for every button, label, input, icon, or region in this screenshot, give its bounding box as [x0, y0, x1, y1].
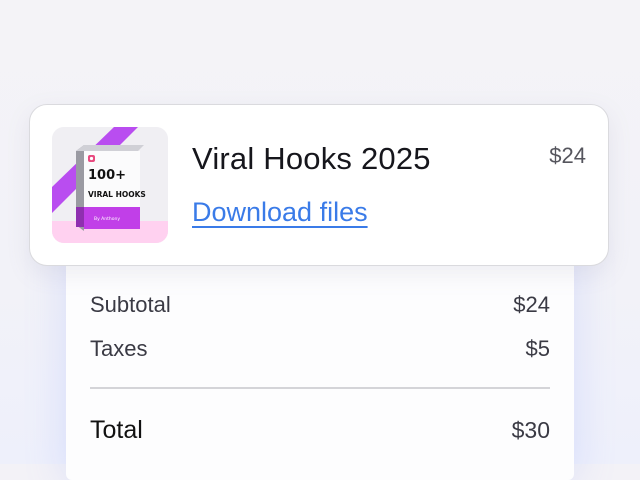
taxes-value: $5 [525, 336, 550, 361]
total-row: Total $30 [90, 416, 550, 445]
purchased-item-card: 100+ VIRAL HOOKS By Anthony Viral Hooks … [29, 104, 609, 266]
taxes-label: Taxes [90, 336, 148, 361]
thumbnail-author: By Anthony [94, 216, 120, 222]
product-thumbnail: 100+ VIRAL HOOKS By Anthony [52, 127, 168, 243]
subtotal-value: $24 [513, 292, 550, 317]
subtotal-row: Subtotal $24 [90, 292, 550, 318]
item-price: $24 [549, 143, 586, 168]
product-title: Viral Hooks 2025 [192, 141, 431, 176]
instagram-icon [88, 155, 95, 162]
thumbnail-subtitle: VIRAL HOOKS [88, 190, 146, 199]
subtotal-label: Subtotal [90, 292, 171, 317]
total-label: Total [90, 416, 143, 444]
summary-divider [90, 387, 550, 389]
thumbnail-count: 100+ [88, 168, 126, 183]
taxes-row: Taxes $5 [90, 336, 550, 362]
total-value: $30 [511, 417, 550, 443]
order-summary-panel: Subtotal $24 Taxes $5 Total $30 [66, 230, 574, 480]
download-files-link[interactable]: Download files [192, 197, 368, 228]
